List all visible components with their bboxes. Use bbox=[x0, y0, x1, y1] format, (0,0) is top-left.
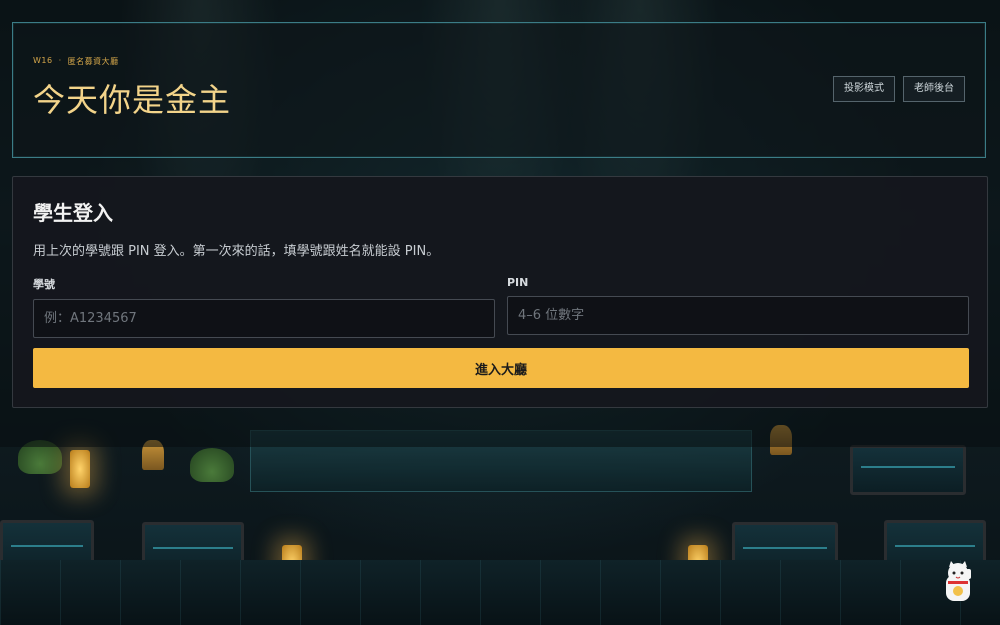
login-title: 學生登入 bbox=[33, 201, 113, 225]
app-root: W16 · 匿名募資大廳 今天你是金主 投影模式 老師後台 學生登入 用上次的學… bbox=[0, 0, 1000, 625]
student-id-input[interactable] bbox=[33, 299, 495, 338]
eyebrow-separator: · bbox=[58, 56, 62, 65]
header-actions: 投影模式 老師後台 bbox=[833, 76, 965, 102]
pin-input[interactable] bbox=[507, 296, 969, 335]
event-eyebrow: W16 · 匿名募資大廳 bbox=[33, 56, 119, 67]
week-label: W16 bbox=[33, 56, 53, 65]
pin-field: PIN bbox=[507, 276, 969, 335]
event-name: 匿名募資大廳 bbox=[67, 57, 119, 66]
pin-label: PIN bbox=[507, 276, 529, 289]
student-login-card: 學生登入 用上次的學號跟 PIN 登入。第一次來的話，填學號跟姓名就能設 PIN… bbox=[12, 176, 988, 408]
page-title: 今天你是金主 bbox=[33, 81, 232, 119]
teacher-dashboard-button[interactable]: 老師後台 bbox=[903, 76, 965, 102]
enter-lobby-button[interactable]: 進入大廳 bbox=[33, 348, 969, 388]
hero-header: W16 · 匿名募資大廳 今天你是金主 投影模式 老師後台 bbox=[12, 22, 986, 158]
student-id-field: 學號 bbox=[33, 276, 495, 338]
student-id-label: 學號 bbox=[33, 278, 55, 291]
projection-mode-button[interactable]: 投影模式 bbox=[833, 76, 895, 102]
lucky-cat-icon[interactable] bbox=[942, 561, 974, 605]
login-description: 用上次的學號跟 PIN 登入。第一次來的話，填學號跟姓名就能設 PIN。 bbox=[33, 244, 440, 259]
